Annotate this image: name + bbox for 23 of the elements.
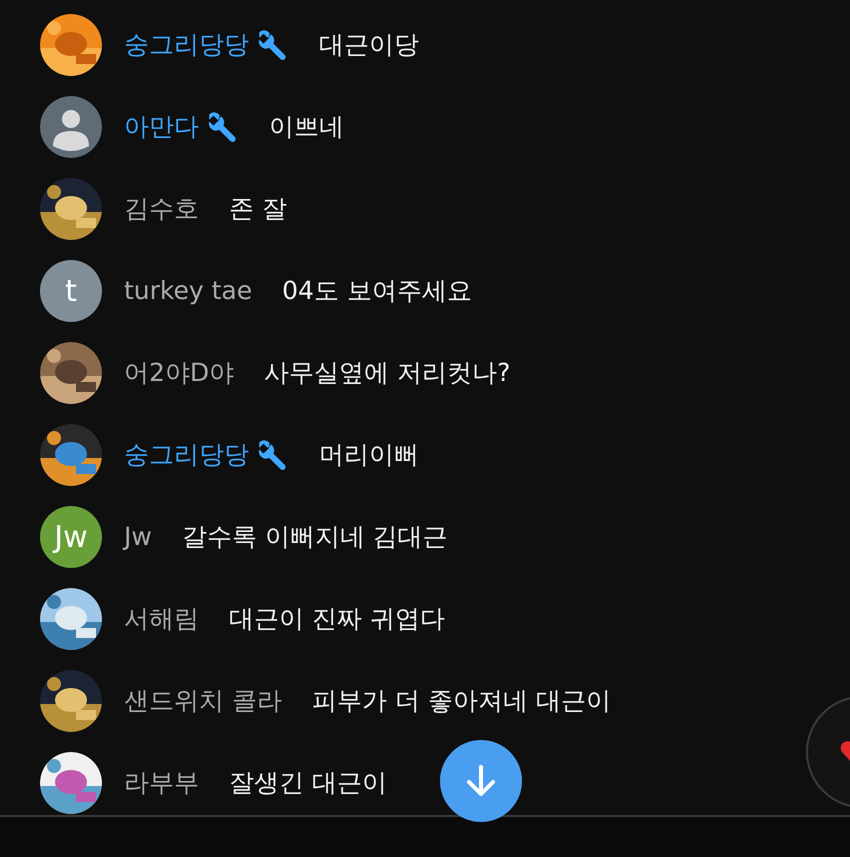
author-name[interactable]: 숭그리당당 xyxy=(124,14,249,76)
message-text: 존 잘 xyxy=(229,193,287,225)
message-text: 대근이당 xyxy=(319,29,419,61)
default-avatar-icon xyxy=(40,96,102,158)
letter-avatar: t xyxy=(40,260,102,322)
author-name[interactable]: 아만다 xyxy=(124,96,199,158)
message-text: 대근이 진짜 귀엽다 xyxy=(229,603,445,635)
author-name[interactable]: 어2야D야 xyxy=(124,342,234,404)
message-text: 피부가 더 좋아져네 대근이 xyxy=(312,685,611,717)
author-name[interactable]: 숭그리당당 xyxy=(124,424,249,486)
message-text: 머리이뻐 xyxy=(319,439,419,471)
author-name[interactable]: 서해림 xyxy=(124,588,199,650)
letter-avatar: Jw xyxy=(40,506,102,568)
author-name[interactable]: 김수호 xyxy=(124,178,199,240)
message-text: 이쁘네 xyxy=(269,111,344,143)
message-text: 사무실옆에 저리컷나? xyxy=(264,357,510,389)
author-name[interactable]: 라부부 xyxy=(124,752,199,814)
message-text: 갈수록 이뻐지네 김대근 xyxy=(182,521,448,553)
author-name[interactable]: Jw xyxy=(124,506,152,568)
message-text: 04도 보여주세요 xyxy=(282,275,472,307)
message-text: 잘생긴 대근이 xyxy=(229,767,387,799)
author-name[interactable]: turkey tae xyxy=(124,260,252,322)
author-name[interactable]: 샌드위치 콜라 xyxy=(124,670,282,732)
